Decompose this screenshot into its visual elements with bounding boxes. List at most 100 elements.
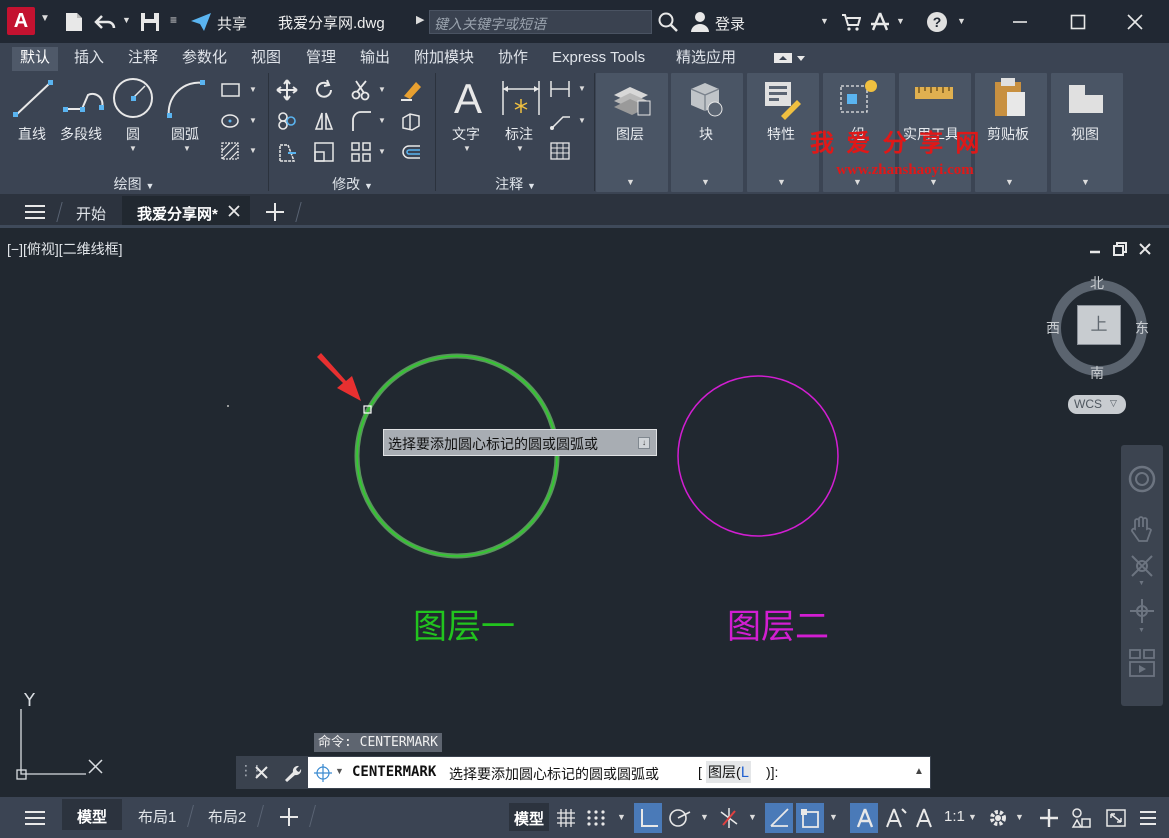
panel-title-annotation[interactable]: 注释 ▼ <box>437 174 594 192</box>
customize-statusbar-icon[interactable] <box>1137 807 1159 829</box>
tab-collaborate[interactable]: 协作 <box>498 47 528 71</box>
tooltip-options-icon[interactable]: ↓ <box>638 437 650 449</box>
dimension-tool-icon[interactable] <box>499 77 543 119</box>
command-option-layer[interactable]: 图层(L <box>706 761 752 783</box>
annotation-scale-value[interactable]: 1:1 <box>944 808 965 825</box>
tab-view[interactable]: 视图 <box>251 47 281 71</box>
tab-start[interactable]: 开始 <box>76 203 106 224</box>
new-file-icon[interactable] <box>63 11 85 33</box>
connect-icon[interactable] <box>869 11 891 33</box>
mirror-icon[interactable] <box>313 110 335 132</box>
isolate-objects-icon[interactable] <box>1070 807 1094 829</box>
auto-scale-icon[interactable] <box>884 807 908 829</box>
command-close-icon[interactable] <box>255 766 268 779</box>
scale-dropdown-icon[interactable]: ▼ <box>968 812 977 822</box>
orbit-icon[interactable] <box>1128 597 1156 625</box>
panel-title-draw[interactable]: 绘图 ▼ <box>0 174 268 192</box>
hatch-dropdown-icon[interactable]: ▼ <box>249 146 257 155</box>
viewport-close-icon[interactable] <box>1139 243 1151 255</box>
layer-panel-button[interactable]: 图层 ▼ <box>596 73 668 192</box>
trim-dropdown-icon[interactable]: ▼ <box>378 85 386 94</box>
trim-icon[interactable] <box>350 79 372 101</box>
layer-two-text[interactable]: 图层二 <box>727 599 829 648</box>
orbit-dropdown-icon[interactable]: ▼ <box>1138 627 1145 634</box>
linear-dim-icon[interactable] <box>549 79 571 99</box>
dimension-dropdown-icon[interactable]: ▼ <box>516 144 524 153</box>
new-tab-plus-icon[interactable] <box>265 202 285 222</box>
gradient-tool-icon[interactable] <box>220 141 242 161</box>
hamburger-menu-icon[interactable] <box>24 203 46 221</box>
snap-mode-icon[interactable] <box>585 807 607 829</box>
polyline-tool-label[interactable]: 多段线 <box>60 124 102 144</box>
polyline-tool-icon[interactable] <box>62 77 106 119</box>
workspace-dropdown-icon[interactable]: ▼ <box>1015 812 1024 822</box>
hatch-tool-icon[interactable] <box>220 111 242 131</box>
isodraft-icon[interactable] <box>718 807 740 829</box>
object-snap-tracking-button[interactable] <box>765 803 793 833</box>
annotation-visibility-button[interactable] <box>850 803 878 833</box>
arc-tool-label[interactable]: 圆弧 <box>171 124 199 144</box>
share-icon[interactable] <box>190 12 212 32</box>
quick-access-dropdown-icon[interactable]: ≡ <box>170 13 177 27</box>
text-tool-label[interactable]: 文字 <box>452 124 480 144</box>
tab-current-document[interactable]: 我爱分享网* <box>122 196 250 225</box>
copy-icon[interactable] <box>276 110 298 132</box>
tab-parametric[interactable]: 参数化 <box>182 47 227 71</box>
ribbon-display-toggle-icon[interactable] <box>773 51 807 65</box>
command-customize-icon[interactable] <box>282 763 302 783</box>
user-icon[interactable] <box>690 11 710 33</box>
command-input[interactable]: ▼ CENTERMARK 选择要添加圆心标记的圆或圆弧或 [ 图层(L )]: … <box>308 757 930 788</box>
undo-icon[interactable] <box>94 12 116 32</box>
drawing-canvas[interactable]: [−][俯视][二维线框] 上 北 南 东 西 WCS ▽ ▼ ▼ Y 选择要添… <box>0 231 1169 798</box>
compass-east[interactable]: 东 <box>1135 318 1149 338</box>
workspace-gear-icon[interactable] <box>987 807 1009 829</box>
line-tool-label[interactable]: 直线 <box>18 124 46 144</box>
circle-tool-icon[interactable] <box>111 76 155 120</box>
app-menu-arrow-icon[interactable]: ▼ <box>40 13 50 24</box>
properties-panel-button[interactable]: 特性 ▼ <box>747 73 819 192</box>
close-window-icon[interactable] <box>1125 12 1145 32</box>
tab-featured-apps[interactable]: 精选应用 <box>676 47 736 71</box>
rectangle-dropdown-icon[interactable]: ▼ <box>249 85 257 94</box>
layout-menu-icon[interactable] <box>24 809 46 827</box>
cart-icon[interactable] <box>841 12 861 32</box>
dimension-tool-label[interactable]: 标注 <box>505 124 533 144</box>
isodraft-dropdown-icon[interactable]: ▼ <box>748 812 757 822</box>
leader-icon[interactable] <box>549 111 571 131</box>
arc-tool-icon[interactable] <box>165 77 209 119</box>
command-history-toggle-icon[interactable]: ▲ <box>914 766 924 777</box>
help-icon[interactable]: ? <box>926 11 948 33</box>
tab-layout1[interactable]: 布局1 <box>138 806 176 827</box>
circle-layer-two[interactable] <box>677 375 839 537</box>
tab-insert[interactable]: 插入 <box>74 47 104 71</box>
circle-layer-one[interactable] <box>354 353 560 559</box>
zoom-dropdown-icon[interactable]: ▼ <box>1138 580 1145 587</box>
app-logo-button[interactable]: A <box>7 7 35 35</box>
command-recent-dropdown-icon[interactable]: ▼ <box>335 766 344 776</box>
fillet-dropdown-icon[interactable]: ▼ <box>378 116 386 125</box>
tab-default[interactable]: 默认 <box>12 47 59 71</box>
object-snap-button[interactable] <box>796 803 824 833</box>
rectangle-tool-icon[interactable] <box>220 81 242 99</box>
line-tool-icon[interactable] <box>12 77 54 119</box>
zoom-extents-icon[interactable] <box>1128 552 1156 580</box>
array-dropdown-icon[interactable]: ▼ <box>378 147 386 156</box>
tab-model[interactable]: 模型 <box>62 799 122 830</box>
maximize-icon[interactable] <box>1068 12 1088 32</box>
share-label[interactable]: 共享 <box>217 13 247 34</box>
tab-addins[interactable]: 附加模块 <box>414 47 474 71</box>
block-panel-button[interactable]: 块 ▼ <box>671 73 743 192</box>
explode-icon[interactable] <box>400 110 422 132</box>
array-icon[interactable] <box>350 141 372 163</box>
close-tab-icon[interactable] <box>228 205 240 217</box>
help-dropdown-icon[interactable]: ▼ <box>957 16 966 26</box>
circle-tool-label[interactable]: 圆 <box>126 124 140 144</box>
new-layout-plus-icon[interactable] <box>279 807 299 827</box>
steering-wheel-icon[interactable] <box>1128 465 1156 493</box>
arc-dropdown-icon[interactable]: ▼ <box>183 144 191 153</box>
rotate-icon[interactable] <box>313 79 335 101</box>
search-expand-icon[interactable]: ▶ <box>416 13 424 26</box>
minimize-icon[interactable] <box>1010 12 1030 32</box>
erase-icon[interactable] <box>400 79 424 101</box>
tab-express-tools[interactable]: Express Tools <box>552 47 645 71</box>
